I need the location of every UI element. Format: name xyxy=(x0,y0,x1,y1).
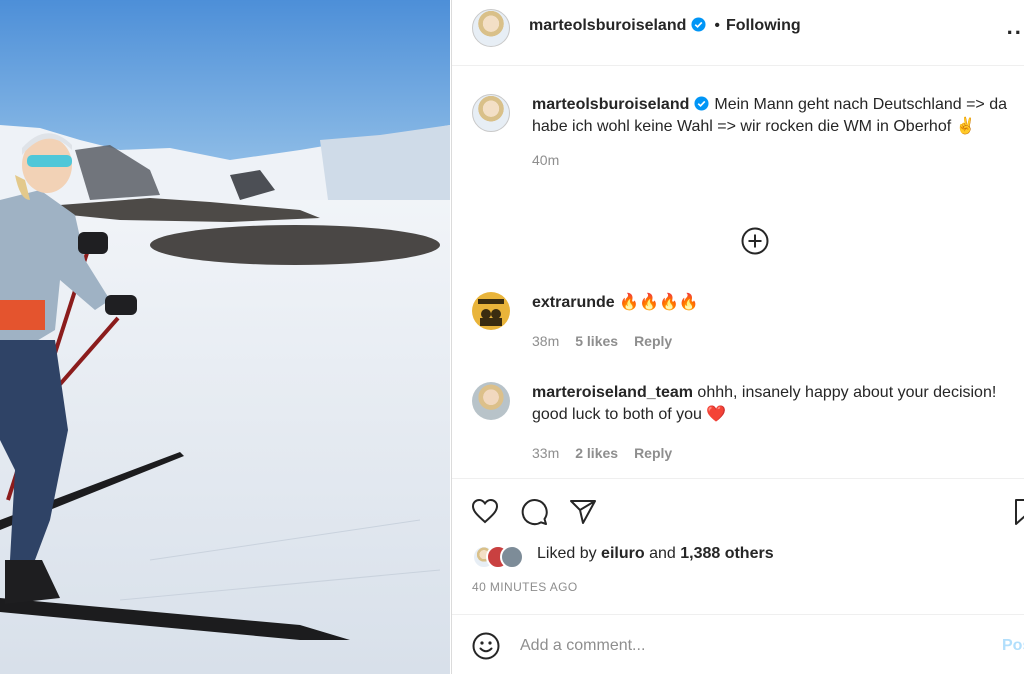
more-options-icon[interactable]: ... xyxy=(1007,14,1024,40)
post-photo[interactable] xyxy=(0,0,450,674)
verified-badge-icon xyxy=(694,96,709,111)
liked-by-others[interactable]: 1,388 others xyxy=(680,545,773,562)
reply-button[interactable]: Reply xyxy=(634,333,672,349)
skier-photo xyxy=(0,0,450,674)
caption-avatar[interactable] xyxy=(472,94,510,132)
caption-meta: 40m xyxy=(532,152,1024,168)
comment-item: extrarunde 🔥🔥🔥🔥 38m 5 likes Reply xyxy=(532,292,1012,349)
comment-likes[interactable]: 5 likes xyxy=(575,333,618,349)
comment-avatar[interactable] xyxy=(472,292,510,330)
post-timestamp[interactable]: 40 MINUTES AGO xyxy=(472,580,578,594)
caption-time[interactable]: 40m xyxy=(532,152,559,168)
heart-icon[interactable] xyxy=(471,498,499,524)
caption-username[interactable]: marteolsburoiseland xyxy=(532,96,689,113)
liker-avatar[interactable] xyxy=(500,545,524,569)
verified-badge-icon xyxy=(691,17,706,32)
liked-by: Liked by eiluro and 1,388 others xyxy=(537,545,774,563)
comment-time[interactable]: 33m xyxy=(532,445,559,461)
action-bar xyxy=(452,478,1024,526)
author-avatar[interactable] xyxy=(472,9,510,47)
extrarunde-logo xyxy=(478,299,504,326)
load-more-comments-icon[interactable] xyxy=(741,227,769,255)
liked-by-user[interactable]: eiluro xyxy=(601,545,645,562)
liked-by-and: and xyxy=(649,545,676,562)
liked-by-prefix: Liked by xyxy=(537,545,597,562)
author-username[interactable]: marteolsburoiseland xyxy=(529,17,686,34)
post-side-panel: marteolsburoiseland • Following ... marteo… xyxy=(451,0,1024,674)
bookmark-icon[interactable] xyxy=(1014,498,1024,526)
share-icon[interactable] xyxy=(569,499,597,525)
comment-text: 🔥🔥🔥🔥 xyxy=(619,294,699,311)
reply-button[interactable]: Reply xyxy=(634,445,672,461)
comment-icon[interactable] xyxy=(520,498,548,526)
post-button[interactable]: Post xyxy=(1002,637,1024,655)
separator-dot: • xyxy=(714,17,720,34)
caption-body: marteolsburoiseland Mein Mann geht nach D… xyxy=(532,94,1024,138)
comment-item: marteroiseland_team ohhh, insanely happy… xyxy=(532,382,1002,461)
post-header: marteolsburoiseland • Following ... xyxy=(452,0,1024,66)
comment-username[interactable]: marteroiseland_team xyxy=(532,384,693,401)
header-user-line: marteolsburoiseland • Following xyxy=(529,17,801,35)
comment-meta: 33m 2 likes Reply xyxy=(532,445,1002,461)
comment-avatar[interactable] xyxy=(472,382,510,420)
add-comment-bar: Add a comment... Post xyxy=(452,614,1024,674)
following-button[interactable]: Following xyxy=(726,17,801,34)
comment-username[interactable]: extrarunde xyxy=(532,294,615,311)
comment-time[interactable]: 38m xyxy=(532,333,559,349)
emoji-icon[interactable] xyxy=(472,632,500,660)
comment-body: marteroiseland_team ohhh, insanely happy… xyxy=(532,382,1002,426)
comment-input[interactable]: Add a comment... xyxy=(520,637,645,655)
comment-body: extrarunde 🔥🔥🔥🔥 xyxy=(532,292,1012,314)
comment-likes[interactable]: 2 likes xyxy=(575,445,618,461)
comment-meta: 38m 5 likes Reply xyxy=(532,333,1012,349)
caption: marteolsburoiseland Mein Mann geht nach D… xyxy=(532,94,1024,168)
